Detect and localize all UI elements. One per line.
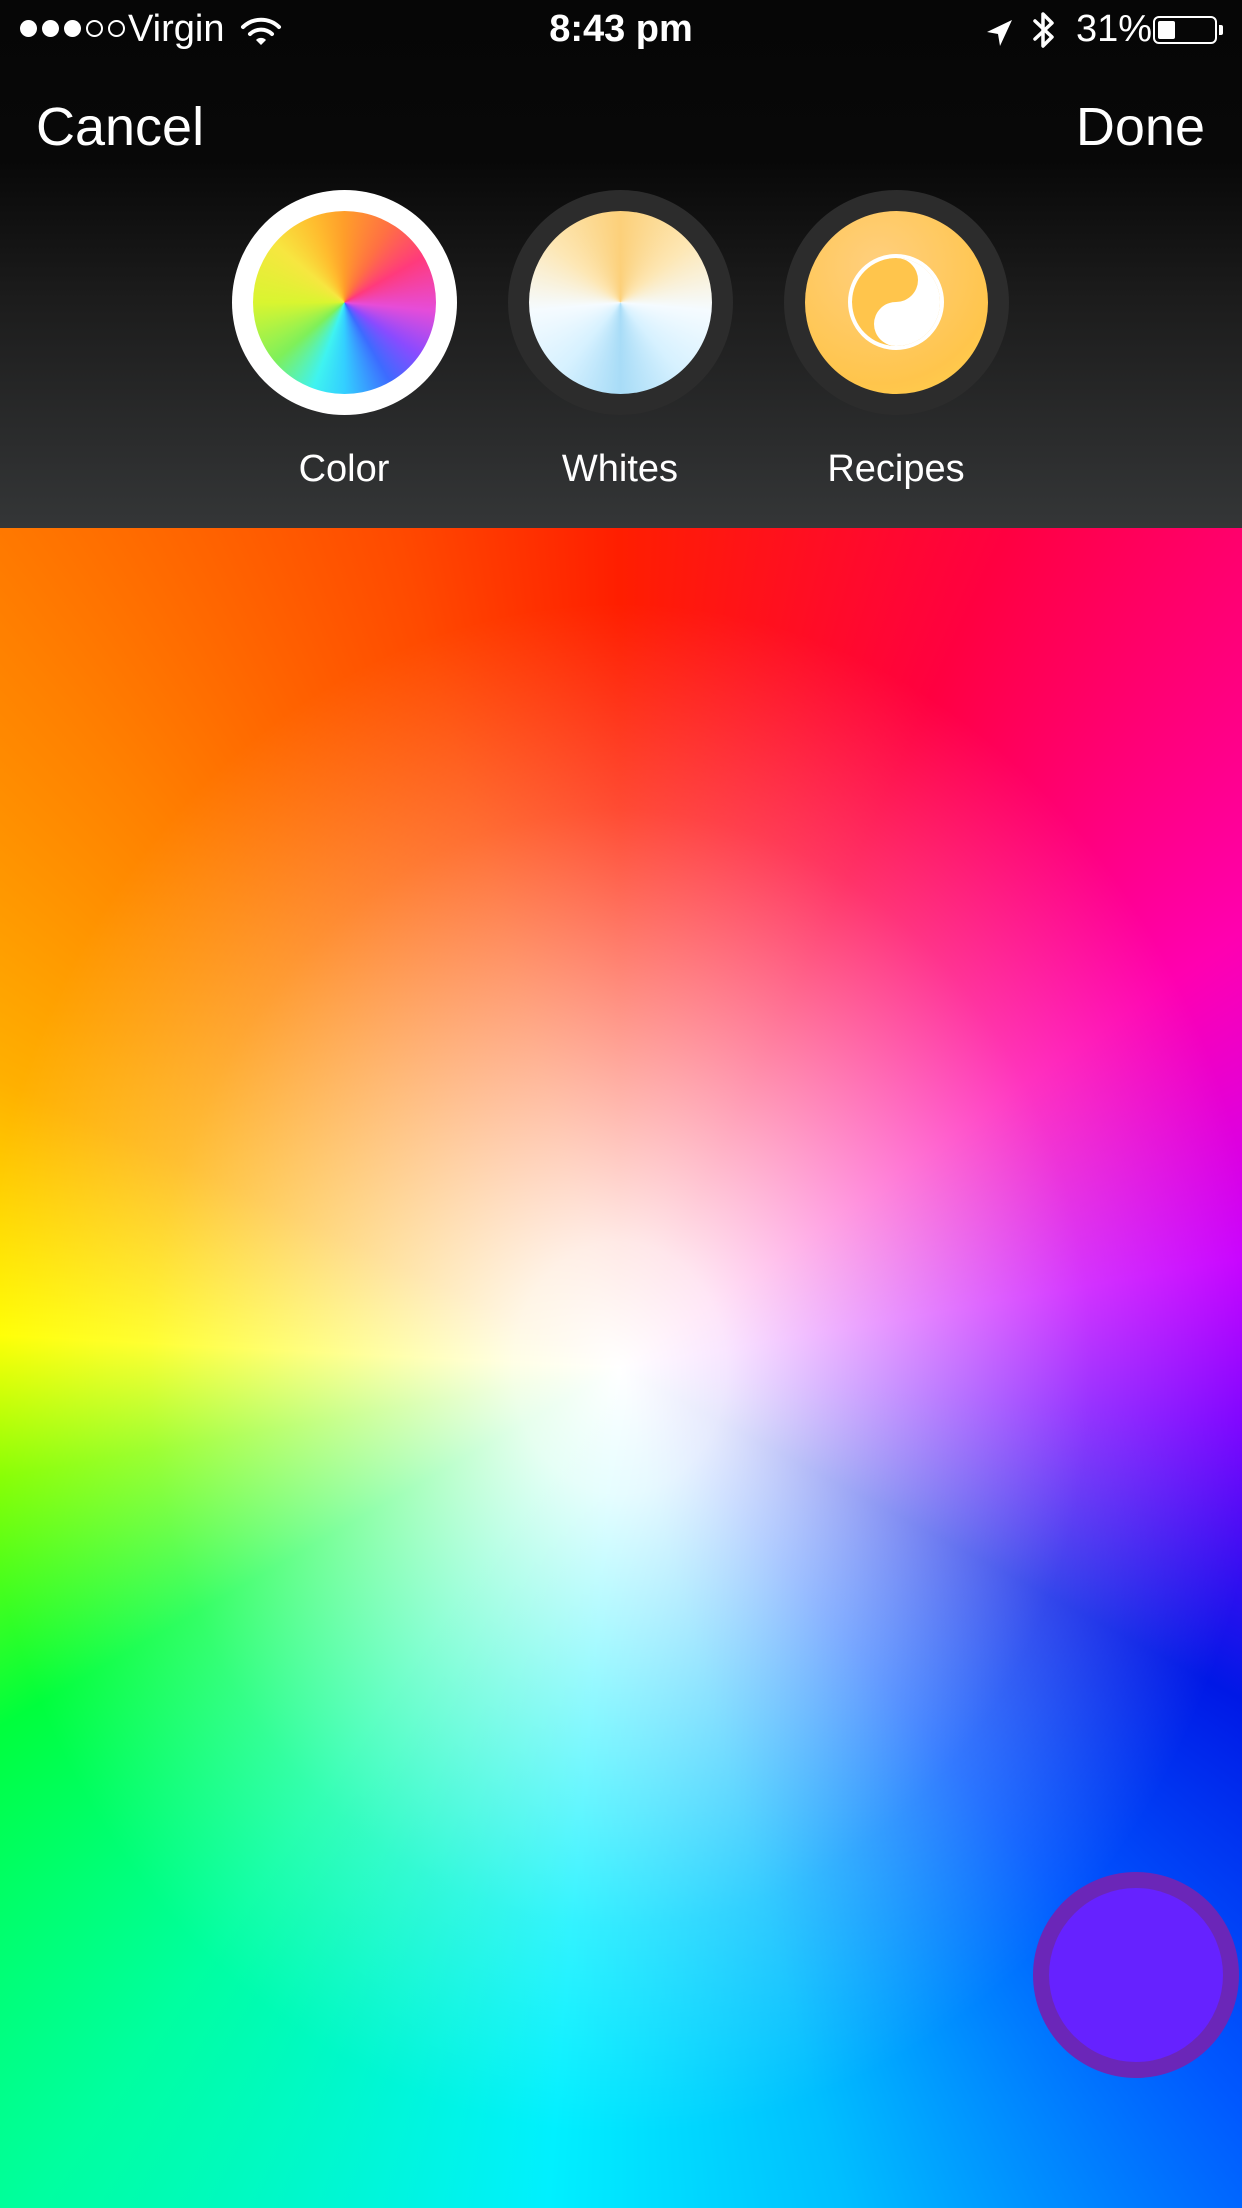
mode-whites-label: Whites — [561, 448, 679, 490]
yin-yang-icon — [848, 254, 944, 350]
bluetooth-icon — [1030, 10, 1058, 60]
color-picker-area[interactable] — [0, 528, 1242, 2208]
color-selector-handle[interactable] — [1033, 1872, 1239, 2078]
mode-color-label: Color — [298, 448, 390, 490]
recipes-icon — [805, 211, 988, 394]
battery-level-fill — [1158, 21, 1175, 39]
battery-percent: 31% — [1076, 8, 1153, 50]
whites-wheel-icon — [529, 211, 712, 394]
cancel-button[interactable]: Cancel — [36, 96, 204, 158]
battery-icon — [1153, 16, 1217, 44]
color-wheel-icon — [253, 211, 436, 394]
battery-tip — [1219, 25, 1223, 35]
header: Virgin 8:43 pm 31% Cancel Done Color Whi… — [0, 0, 1242, 528]
location-arrow-icon — [985, 15, 1013, 58]
mode-recipes-label: Recipes — [827, 448, 965, 490]
done-button[interactable]: Done — [1076, 96, 1205, 158]
mode-whites-button[interactable] — [508, 190, 733, 415]
status-bar: Virgin 8:43 pm 31% — [0, 0, 1242, 62]
mode-color-button[interactable] — [232, 190, 457, 415]
mode-recipes-button[interactable] — [784, 190, 1009, 415]
